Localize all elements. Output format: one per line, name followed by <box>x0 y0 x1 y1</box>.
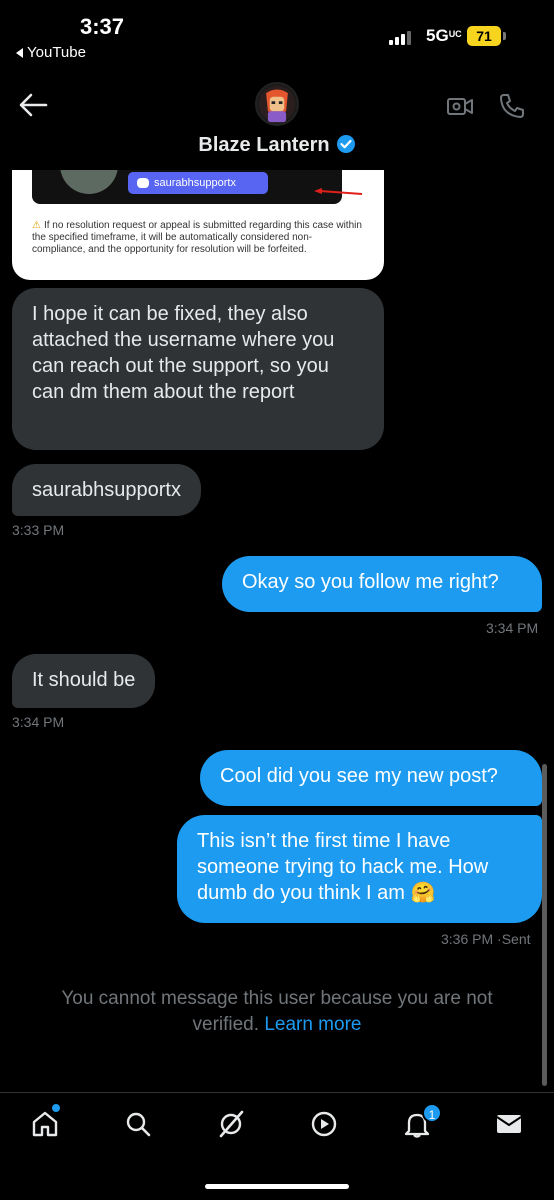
back-app-label: YouTube <box>27 44 86 61</box>
shared-image-card[interactable]: saurabhsupportx ⚠ If no resolution reques… <box>12 170 384 280</box>
video-icon[interactable] <box>309 1109 339 1139</box>
network-type: 5GUC <box>426 26 462 45</box>
message-text: It should be <box>32 669 136 691</box>
message-timestamp: 3:36 PM <box>441 931 494 947</box>
battery-icon: 71 <box>467 26 501 46</box>
home-icon[interactable] <box>30 1109 60 1139</box>
message-text: This isn’t the first time I have someone… <box>197 830 489 904</box>
discord-username-pill: saurabhsupportx <box>128 172 268 194</box>
scrollbar[interactable] <box>542 764 547 1086</box>
back-triangle-icon <box>16 47 23 58</box>
avatar[interactable] <box>255 82 299 126</box>
message-meta: 3:36 PM ·Sent <box>441 931 531 947</box>
back-arrow-icon[interactable] <box>18 92 48 118</box>
battery-tip <box>503 32 506 40</box>
phone-call-icon[interactable] <box>498 92 526 120</box>
message-text: I hope it can be fixed, they also attach… <box>32 303 335 403</box>
contact-name-row[interactable]: Blaze Lantern <box>0 134 554 157</box>
message-bubble-incoming[interactable]: I hope it can be fixed, they also attach… <box>12 288 384 450</box>
home-indicator[interactable] <box>205 1184 349 1189</box>
home-unread-dot <box>52 1104 60 1112</box>
message-timestamp: 3:33 PM <box>12 522 65 538</box>
message-bubble-incoming[interactable]: It should be <box>12 654 156 708</box>
learn-more-link[interactable]: Learn more <box>264 1014 361 1035</box>
notification-count-badge: 1 <box>422 1103 442 1123</box>
message-timestamp: 3:34 PM <box>486 620 539 636</box>
shared-image-warning: ⚠ If no resolution request or appeal is s… <box>32 220 362 256</box>
cannot-message-notice: You cannot message this user because you… <box>30 986 524 1038</box>
warning-text: If no resolution request or appeal is su… <box>32 220 362 255</box>
status-bar: 3:37 YouTube 5GUC 71 <box>0 0 554 70</box>
message-bubble-incoming[interactable]: saurabhsupportx <box>12 464 201 516</box>
discord-icon <box>137 178 149 188</box>
grok-icon[interactable] <box>216 1109 246 1139</box>
message-text: Okay so you follow me right? <box>242 571 499 593</box>
message-status: Sent <box>501 931 531 947</box>
search-icon[interactable] <box>123 1109 153 1139</box>
message-bubble-outgoing[interactable]: Cool did you see my new post? <box>200 750 542 806</box>
conversation-header: Blaze Lantern <box>0 72 554 170</box>
message-timestamp: 3:34 PM <box>12 714 65 730</box>
signal-strength-icon <box>389 29 411 45</box>
message-text: Cool did you see my new post? <box>220 765 498 787</box>
discord-username: saurabhsupportx <box>154 177 236 189</box>
video-call-icon[interactable] <box>446 92 474 120</box>
shared-image-avatar <box>60 170 118 194</box>
messages-icon[interactable] <box>494 1109 524 1139</box>
message-bubble-outgoing[interactable]: This isn’t the first time I have someone… <box>177 815 542 923</box>
warning-icon: ⚠ <box>32 220 41 231</box>
verified-badge-icon <box>336 135 355 153</box>
message-text: saurabhsupportx <box>32 479 181 501</box>
clock: 3:37 <box>80 14 125 39</box>
shared-image-dark-panel: saurabhsupportx <box>32 170 363 204</box>
message-bubble-outgoing[interactable]: Okay so you follow me right? <box>222 556 542 612</box>
red-arrow-icon <box>314 188 363 195</box>
back-to-app-link[interactable]: YouTube <box>16 44 86 61</box>
contact-name: Blaze Lantern <box>198 134 330 156</box>
